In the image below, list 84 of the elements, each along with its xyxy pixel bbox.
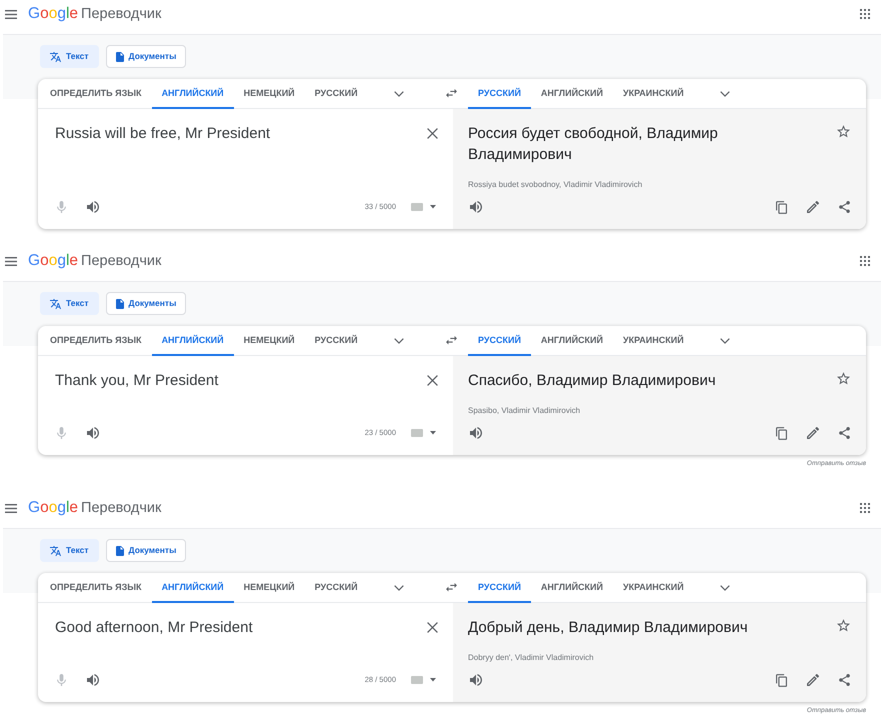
translation-text: Спасибо, Владимир Владимирович: [468, 371, 717, 391]
close-icon[interactable]: [427, 128, 438, 139]
source-text-input[interactable]: Thank you, Mr President: [55, 370, 427, 391]
language-tab[interactable]: РУССКИЙ: [304, 79, 368, 108]
chevron-down-icon[interactable]: [394, 584, 404, 590]
chevron-down-icon[interactable]: [720, 90, 730, 96]
text-mode-button[interactable]: Текст: [40, 292, 99, 315]
menu-icon[interactable]: [5, 10, 17, 18]
dropdown-caret-icon[interactable]: [430, 678, 436, 682]
copy-icon[interactable]: [776, 200, 787, 214]
speaker-icon[interactable]: [470, 674, 482, 686]
transliteration-text: Dobryy den', Vladimir Vladimirovich: [468, 652, 594, 663]
apps-grid-icon[interactable]: [860, 503, 870, 513]
swap-icon[interactable]: [446, 336, 457, 345]
translation-text: Россия будет свободной, Владимир Владимирович: [468, 124, 719, 165]
apps-grid-icon[interactable]: [860, 256, 870, 266]
dropdown-caret-icon[interactable]: [430, 205, 436, 209]
language-tab[interactable]: НЕМЕЦКИЙ: [234, 573, 305, 602]
source-text-input[interactable]: Russia will be free, Mr President: [55, 123, 427, 144]
menu-icon[interactable]: [5, 504, 17, 512]
documents-button[interactable]: Документы: [106, 45, 186, 68]
language-tab[interactable]: НЕМЕЦКИЙ: [234, 79, 305, 108]
speaker-icon[interactable]: [87, 201, 99, 213]
swap-icon[interactable]: [446, 583, 457, 592]
star-icon[interactable]: [837, 619, 850, 632]
apps-grid-icon[interactable]: [860, 9, 870, 19]
translation-text: Добрый день, Владимир Владимирович: [468, 618, 749, 638]
language-tab[interactable]: ОПРЕДЕЛИТЬ ЯЗЫК: [40, 573, 152, 602]
documents-button[interactable]: Документы: [106, 539, 186, 562]
transliteration-text: Rossiya budet svobodnoy, Vladimir Vladimirovich: [468, 179, 642, 190]
copy-icon[interactable]: [776, 674, 787, 686]
source-text-input[interactable]: Good afternoon, Mr President: [55, 617, 427, 638]
close-icon[interactable]: [427, 622, 438, 633]
transliteration-text: Spasibo, Vladimir Vladimirovich: [468, 405, 580, 416]
copy-icon[interactable]: [776, 426, 787, 440]
speaker-icon[interactable]: [87, 427, 99, 439]
star-icon[interactable]: [837, 125, 850, 138]
language-tab[interactable]: ОПРЕДЕЛИТЬ ЯЗЫК: [40, 326, 152, 356]
share-icon[interactable]: [839, 427, 850, 439]
translate-icon: [50, 298, 61, 308]
document-icon: [116, 298, 124, 308]
language-tab[interactable]: ОПРЕДЕЛИТЬ ЯЗЫК: [40, 79, 152, 108]
menu-icon[interactable]: [5, 256, 17, 266]
translate-icon: [50, 52, 61, 62]
product-title: Переводчик: [81, 499, 162, 518]
language-tab[interactable]: НЕМЕЦКИЙ: [234, 326, 305, 356]
swap-icon[interactable]: [446, 89, 457, 98]
documents-button[interactable]: Документы: [106, 292, 186, 315]
pencil-icon[interactable]: [807, 201, 819, 213]
dropdown-caret-icon[interactable]: [430, 431, 436, 435]
chevron-down-icon[interactable]: [394, 338, 404, 344]
language-tab[interactable]: АНГЛИЙСКИЙ: [152, 326, 234, 356]
translate-icon: [50, 546, 61, 556]
language-tab[interactable]: УКРАИНСКИЙ: [612, 326, 694, 356]
close-icon[interactable]: [427, 375, 438, 386]
google-logo[interactable]: Google: [28, 498, 78, 518]
language-tab[interactable]: УКРАИНСКИЙ: [612, 79, 694, 108]
language-tab[interactable]: РУССКИЙ: [304, 326, 368, 356]
language-tab[interactable]: АНГЛИЙСКИЙ: [530, 573, 613, 602]
product-title: Переводчик: [81, 5, 162, 24]
star-icon[interactable]: [837, 372, 850, 384]
share-icon[interactable]: [839, 674, 850, 686]
pencil-icon[interactable]: [807, 674, 819, 686]
speaker-icon[interactable]: [470, 201, 482, 213]
speaker-icon[interactable]: [470, 427, 482, 439]
text-mode-button[interactable]: Текст: [40, 539, 99, 562]
speaker-icon[interactable]: [87, 674, 99, 686]
chevron-down-icon[interactable]: [720, 584, 730, 590]
chevron-down-icon[interactable]: [720, 338, 730, 344]
share-icon[interactable]: [839, 201, 850, 213]
language-tab[interactable]: АНГЛИЙСКИЙ: [152, 79, 234, 108]
pencil-icon[interactable]: [807, 427, 819, 439]
google-logo[interactable]: Google: [28, 251, 78, 271]
language-tab[interactable]: УКРАИНСКИЙ: [612, 573, 694, 602]
document-icon: [116, 546, 124, 556]
google-logo[interactable]: Google: [28, 4, 78, 24]
document-icon: [116, 52, 124, 62]
language-tab[interactable]: РУССКИЙ: [304, 573, 368, 602]
language-tab[interactable]: АНГЛИЙСКИЙ: [530, 326, 613, 356]
chevron-down-icon[interactable]: [394, 90, 404, 96]
text-mode-button[interactable]: Текст: [40, 45, 99, 68]
language-tab[interactable]: АНГЛИЙСКИЙ: [152, 573, 234, 602]
language-tab[interactable]: АНГЛИЙСКИЙ: [530, 79, 613, 108]
product-title: Переводчик: [81, 252, 162, 271]
